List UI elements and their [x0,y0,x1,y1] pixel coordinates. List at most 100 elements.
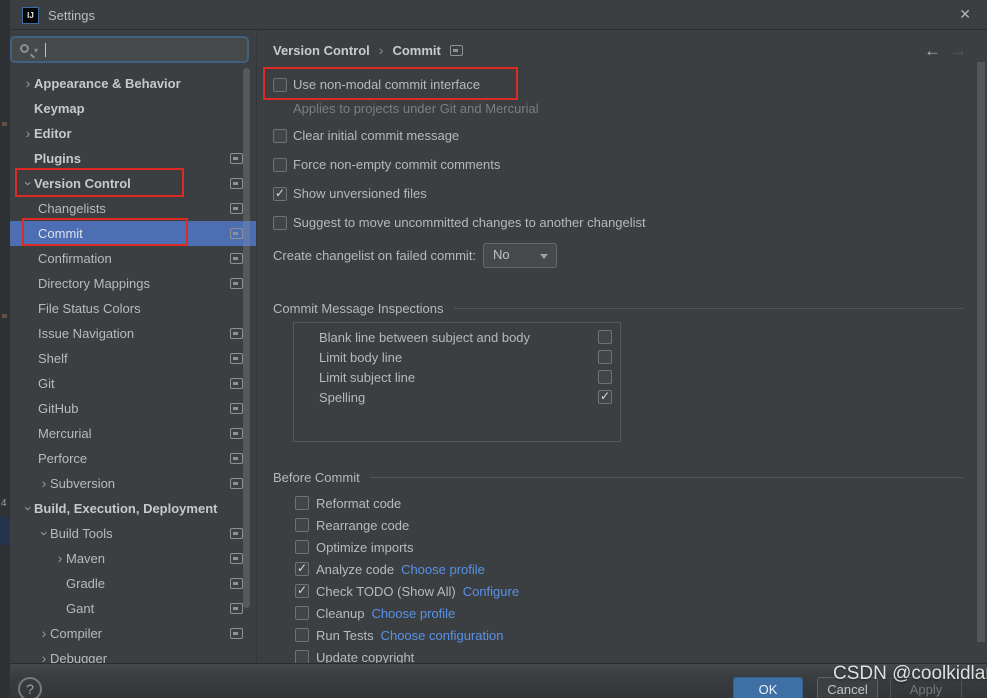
main-scrollbar[interactable] [977,62,985,642]
sidebar-item-shelf[interactable]: Shelf [10,346,256,371]
strip-mark [2,314,7,318]
sidebar-item-label: Mercurial [38,426,92,441]
checkbox-optimize-imports[interactable] [295,540,309,554]
sidebar-item-plugins[interactable]: Plugins [10,146,256,171]
title-bar: IJ Settings ✕ [10,0,987,30]
checkbox-update-copyright[interactable] [295,650,309,664]
chevron-down-icon[interactable] [22,496,34,521]
option-label: Force non-empty commit comments [293,157,501,172]
checkbox-clear-initial[interactable] [273,128,287,143]
before-commit-row: Reformat code [295,492,519,514]
dropdown-value: No [493,247,510,262]
chevron-down-icon[interactable] [22,171,34,196]
search-options-chevron-icon[interactable]: ▾ [34,46,38,55]
checkbox-blank-line[interactable] [598,330,612,344]
choose-profile-link[interactable]: Choose profile [371,606,455,621]
sidebar-item-maven[interactable]: Maven [10,546,256,571]
back-arrow-icon[interactable]: ← [924,42,941,59]
checkbox-use-non-modal[interactable] [273,77,287,92]
sidebar-item-confirmation[interactable]: Confirmation [10,246,256,271]
intellij-logo-icon: IJ [22,7,39,24]
sidebar-item-editor[interactable]: Editor [10,121,256,146]
chevron-right-icon[interactable] [38,646,50,663]
monitor-icon [230,178,243,189]
inspection-row[interactable]: Limit body line [294,347,620,367]
settings-window: IJ Settings ✕ 4 ▾ Appearance & Behavior … [0,0,987,698]
chevron-down-icon[interactable] [38,521,50,546]
checkbox-rearrange-code[interactable] [295,518,309,532]
sidebar-item-label: Gant [66,601,95,616]
checkbox-spelling[interactable] [598,389,612,404]
chevron-right-icon[interactable] [38,621,50,646]
sidebar-item-changelists[interactable]: Changelists [10,196,256,221]
sidebar-item-perforce[interactable]: Perforce [10,446,256,471]
sidebar-item-version-control[interactable]: Version Control [10,171,256,196]
chevron-right-icon[interactable] [22,121,34,146]
checkbox-check-todo[interactable] [295,583,309,598]
checkbox-run-tests[interactable] [295,628,309,642]
sidebar-item-git[interactable]: Git [10,371,256,396]
sidebar-item-label: Directory Mappings [38,276,150,291]
sidebar-item-mercurial[interactable]: Mercurial [10,421,256,446]
close-icon[interactable]: ✕ [959,6,971,23]
choose-profile-link[interactable]: Choose profile [401,562,485,577]
forward-arrow-icon[interactable]: → [950,42,967,59]
sidebar-item-keymap[interactable]: Keymap [10,96,256,121]
checkbox-suggest-move[interactable] [273,215,287,230]
chevron-right-icon[interactable] [54,546,66,571]
sidebar-item-label: Editor [34,126,72,141]
monitor-icon [230,453,243,464]
before-commit-rows: Reformat code Rearrange code Optimize im… [295,492,519,668]
changelist-dropdown[interactable]: No [483,243,557,268]
inspection-row[interactable]: Limit subject line [294,367,620,387]
sidebar-item-gradle[interactable]: Gradle [10,571,256,596]
before-commit-row: Check TODO (Show All) Configure [295,580,519,602]
breadcrumb-commit[interactable]: Commit [392,43,440,58]
sidebar-item-issue-navigation[interactable]: Issue Navigation [10,321,256,346]
sidebar-item-label: File Status Colors [38,301,141,316]
choose-configuration-link[interactable]: Choose configuration [381,628,504,643]
option-use-non-modal: Use non-modal commit interface [273,77,480,92]
sidebar-item-subversion[interactable]: Subversion [10,471,256,496]
monitor-icon [230,528,243,539]
monitor-icon [230,603,243,614]
sidebar-item-appearance-behavior[interactable]: Appearance & Behavior [10,71,256,96]
checkbox-cleanup[interactable] [295,606,309,620]
before-commit-section-header: Before Commit [273,470,963,485]
sidebar-item-label: Subversion [50,476,116,491]
option-hint: Applies to projects under Git and Mercur… [293,101,539,116]
sidebar-scrollbar[interactable] [243,68,250,608]
monitor-icon [230,228,243,239]
sidebar-item-github[interactable]: GitHub [10,396,256,421]
monitor-icon [230,428,243,439]
checkbox-reformat-code[interactable] [295,496,309,510]
sidebar-item-label: GitHub [38,401,79,416]
sidebar-item-label: Maven [66,551,106,566]
sidebar-item-directory-mappings[interactable]: Directory Mappings [10,271,256,296]
sidebar-item-build-tools[interactable]: Build Tools [10,521,256,546]
inspection-row[interactable]: Blank line between subject and body [294,327,620,347]
breadcrumb-version-control[interactable]: Version Control [273,43,370,58]
sidebar-item-file-status-colors[interactable]: File Status Colors [10,296,256,321]
sidebar-item-commit[interactable]: Commit [10,221,256,246]
help-button[interactable]: ? [18,677,42,698]
option-label: Reformat code [316,495,402,511]
checkbox-show-unversioned[interactable] [273,186,287,201]
sidebar-item-label: Shelf [38,351,68,366]
checkbox-limit-body[interactable] [598,350,612,364]
sidebar-item-label: Perforce [38,451,88,466]
checkbox-force-non-empty[interactable] [273,157,287,172]
inspection-row[interactable]: Spelling [294,387,620,407]
sidebar-item-debugger[interactable]: Debugger [10,646,256,663]
configure-link[interactable]: Configure [463,584,519,599]
sidebar-item-gant[interactable]: Gant [10,596,256,621]
ok-button[interactable]: OK [733,677,803,698]
before-commit-row: Optimize imports [295,536,519,558]
sidebar-item-build-execution-deployment[interactable]: Build, Execution, Deployment [10,496,256,521]
checkbox-analyze-code[interactable] [295,561,309,576]
chevron-right-icon[interactable] [22,71,34,96]
sidebar-item-compiler[interactable]: Compiler [10,621,256,646]
checkbox-limit-subject[interactable] [598,370,612,384]
search-input[interactable]: ▾ [10,36,249,63]
chevron-right-icon[interactable] [38,471,50,496]
